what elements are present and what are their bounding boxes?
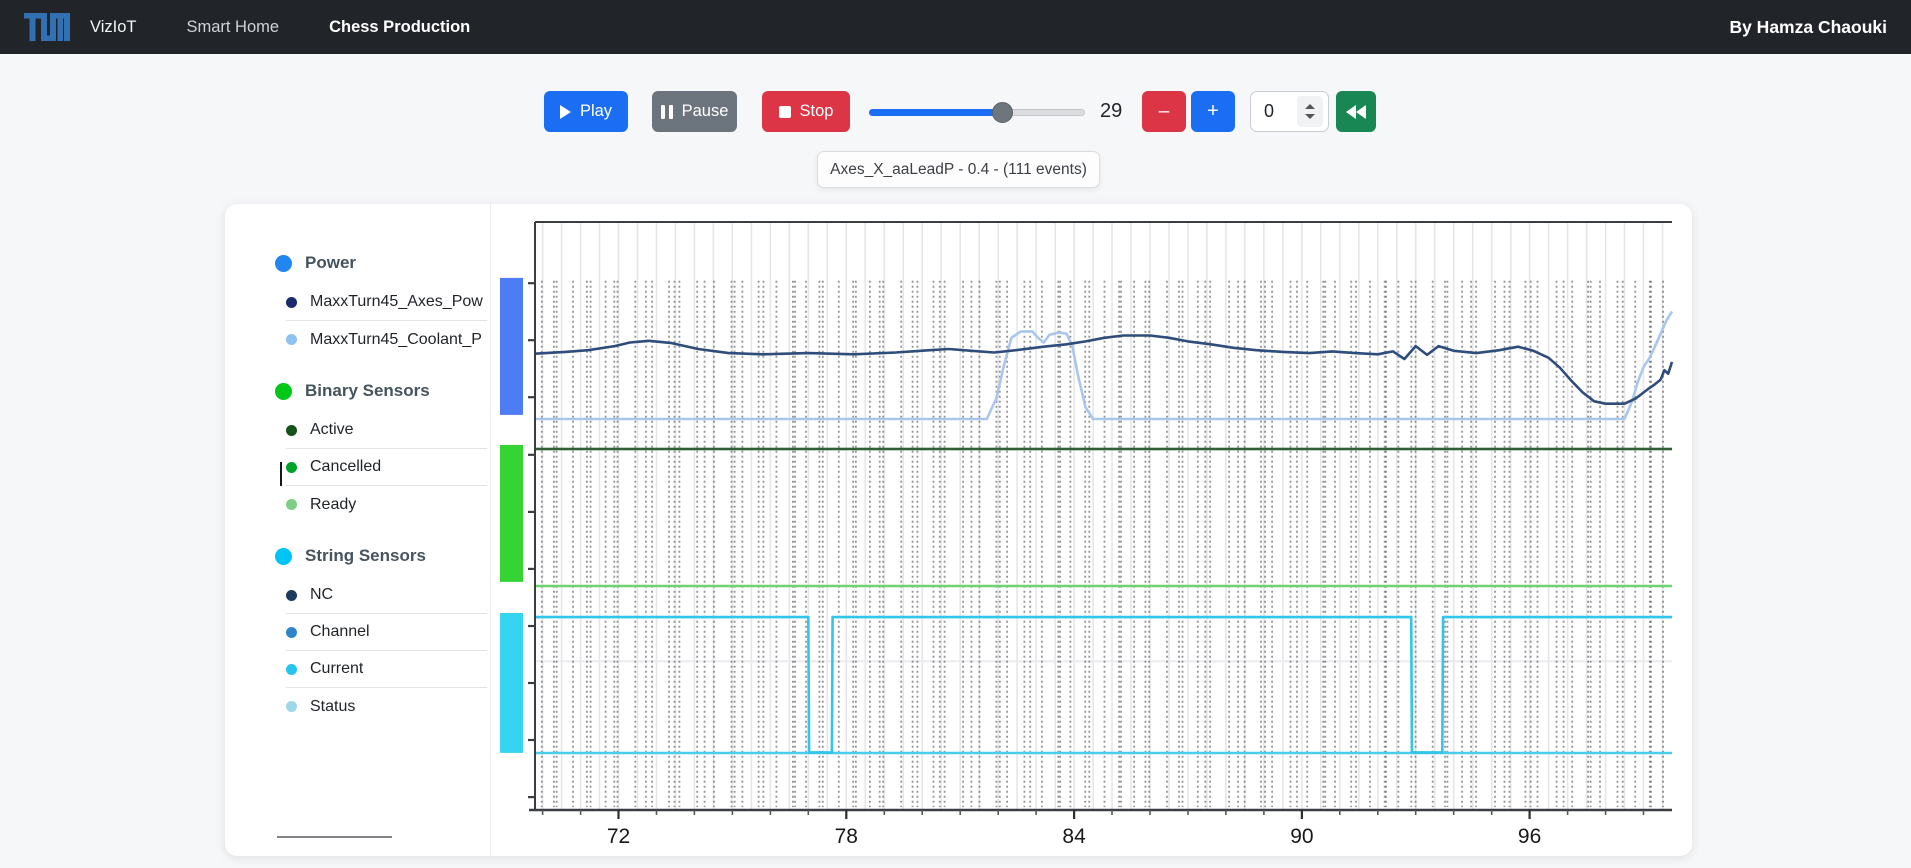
nav-link-chess-production[interactable]: Chess Production xyxy=(329,18,470,37)
navbar: VizIoT Smart Home Chess Production By Ha… xyxy=(0,0,1911,54)
pause-button[interactable]: Pause xyxy=(652,91,737,132)
play-button[interactable]: Play xyxy=(544,91,628,132)
decrement-button[interactable]: – xyxy=(1142,91,1186,132)
legend-groups: Power MaxxTurn45_Axes_Pow MaxxTurn45_Coola… xyxy=(275,242,490,725)
increment-button[interactable]: + xyxy=(1191,91,1235,132)
chart-area[interactable]: 72 78 84 90 96 xyxy=(495,210,1692,850)
x-axis-label: 90 xyxy=(1290,825,1313,848)
timeline-slider[interactable] xyxy=(869,102,1085,123)
legend-group-dot xyxy=(275,254,292,272)
rewind-icon xyxy=(1346,104,1366,119)
legend-item-ready[interactable]: Ready xyxy=(286,486,487,523)
legend-item-cancelled[interactable]: Cancelled xyxy=(286,449,487,486)
event-lines xyxy=(540,280,1664,808)
series-axes-power xyxy=(534,334,1674,405)
spin-down-icon[interactable] xyxy=(1305,114,1315,119)
x-axis-label: 84 xyxy=(1062,825,1086,848)
pause-icon xyxy=(660,104,673,119)
legend-group-string-sensors[interactable]: String Sensors xyxy=(275,535,490,577)
legend-item-dot xyxy=(286,499,297,510)
legend-column: Power MaxxTurn45_Axes_Pow MaxxTurn45_Coola… xyxy=(225,204,491,856)
brand-name: VizIoT xyxy=(90,17,137,36)
legend-item-dot xyxy=(286,626,297,638)
legend-group-dot xyxy=(275,382,292,400)
frame-counter: 29 xyxy=(1100,100,1123,122)
brand[interactable]: VizIoT xyxy=(24,13,136,41)
x-axis-label: 78 xyxy=(835,825,858,848)
legend-item-dot xyxy=(286,296,297,308)
legend-group-power[interactable]: Power xyxy=(275,242,490,284)
legend-item-maxxturn45-coolant-p[interactable]: MaxxTurn45_Coolant_P xyxy=(286,321,487,358)
input-spinner[interactable] xyxy=(1297,96,1323,127)
event-tooltip: Axes_X_aaLeadP - 0.4 - (111 events) xyxy=(817,151,1100,188)
legend-item-dot xyxy=(286,424,297,436)
legend-group-binary-sensors[interactable]: Binary Sensors xyxy=(275,370,490,412)
series-current xyxy=(535,615,1672,754)
legend-bottom-rule xyxy=(277,836,392,838)
group-bar-binary-sensors xyxy=(500,444,523,582)
chart-svg: 72 78 84 90 96 xyxy=(500,221,1674,848)
legend-item-current[interactable]: Current xyxy=(286,651,487,688)
stop-button[interactable]: Stop xyxy=(762,91,850,132)
stop-icon xyxy=(778,105,791,118)
legend-item-dot xyxy=(286,334,297,345)
group-bar-string-sensors xyxy=(500,613,523,753)
slider-thumb[interactable] xyxy=(991,102,1013,123)
legend-item-active[interactable]: Active xyxy=(286,412,487,449)
tum-logo-icon xyxy=(24,13,70,41)
page: VizIoT Smart Home Chess Production By Ha… xyxy=(0,0,1911,868)
legend-item-nc[interactable]: NC xyxy=(286,577,487,614)
legend-item-dot xyxy=(286,701,297,712)
legend-item-dot xyxy=(286,589,297,601)
chart-card: Power MaxxTurn45_Axes_Pow MaxxTurn45_Coola… xyxy=(225,204,1692,856)
play-icon xyxy=(559,104,571,119)
x-axis-label: 72 xyxy=(607,825,630,848)
group-bar-power xyxy=(500,277,523,415)
series-coolant xyxy=(535,310,1674,421)
legend-item-dot xyxy=(286,663,297,675)
legend-group-dot xyxy=(275,547,292,565)
slider-fill xyxy=(869,109,1002,116)
x-axis-label: 96 xyxy=(1518,825,1541,848)
legend-item-status[interactable]: Status xyxy=(286,688,487,725)
text-caret xyxy=(280,462,282,486)
legend-item-dot xyxy=(286,461,297,473)
spin-up-icon[interactable] xyxy=(1305,104,1315,109)
byline: By Hamza Chaouki xyxy=(1729,16,1887,37)
rewind-button[interactable] xyxy=(1336,91,1376,132)
legend-item-channel[interactable]: Channel xyxy=(286,614,487,651)
nav-link-smart-home[interactable]: Smart Home xyxy=(186,18,279,37)
legend-item-maxxturn45-axes-pow[interactable]: MaxxTurn45_Axes_Pow xyxy=(286,284,487,321)
